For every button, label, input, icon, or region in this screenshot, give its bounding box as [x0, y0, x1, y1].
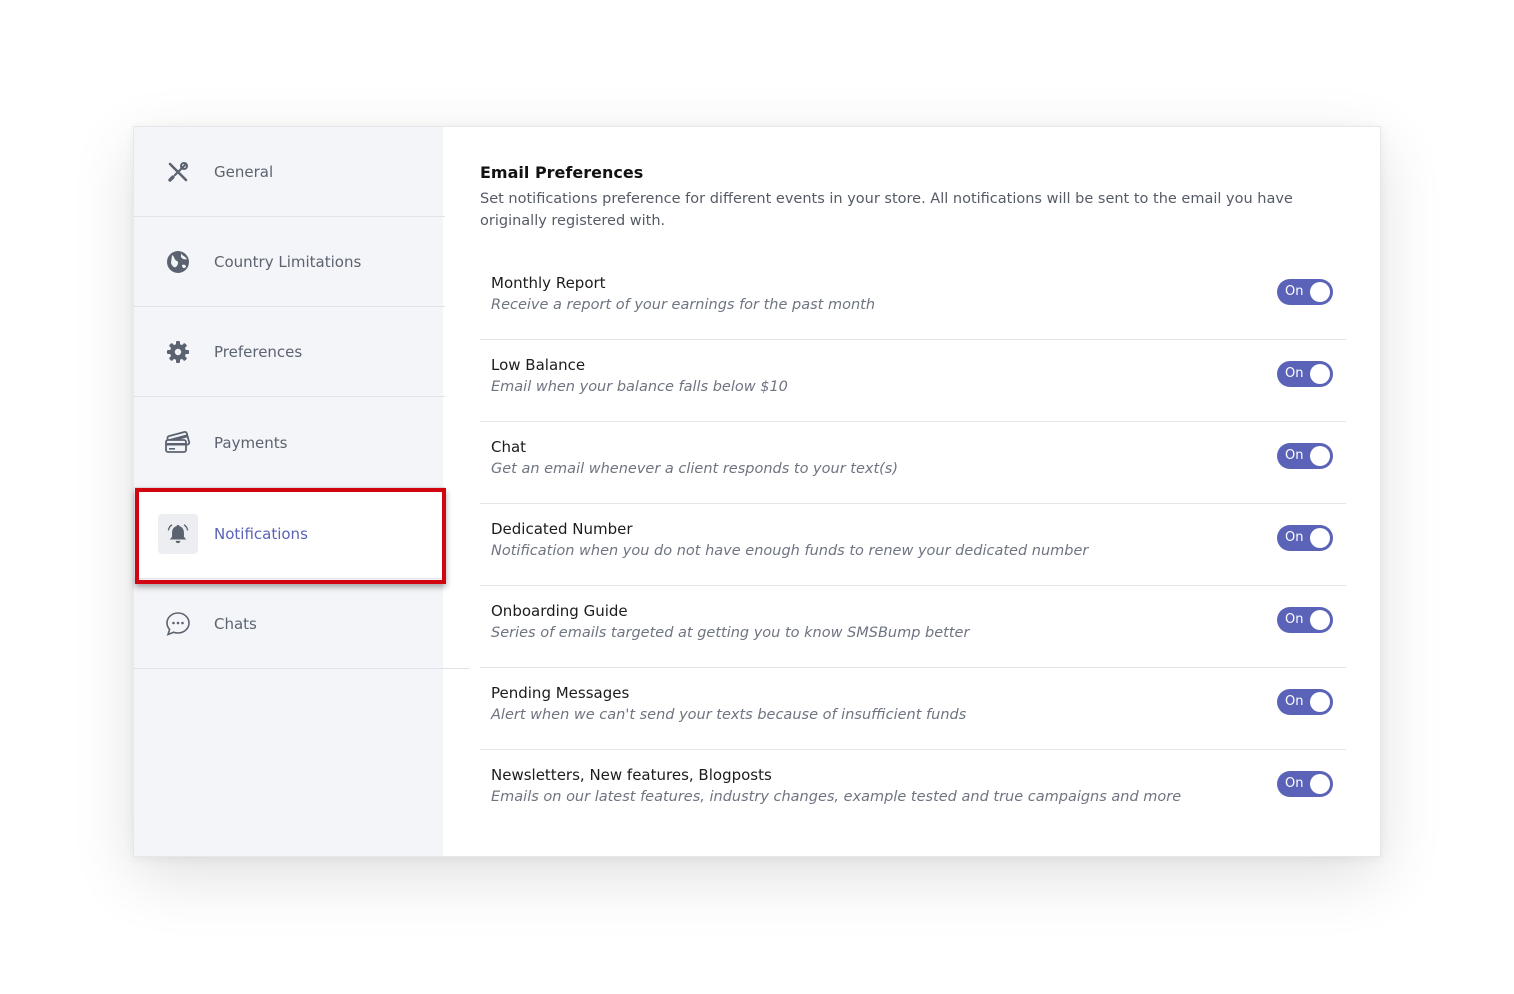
- tools-icon: [158, 152, 198, 192]
- preference-title: Chat: [491, 438, 527, 456]
- toggle-label: On: [1285, 366, 1304, 381]
- preference-subtitle: Alert when we can't send your texts beca…: [491, 707, 967, 723]
- sidebar-divider: [134, 668, 470, 669]
- toggle-switch[interactable]: On: [1277, 689, 1333, 715]
- preference-subtitle: Notification when you do not have enough…: [491, 543, 1089, 559]
- toggle-switch[interactable]: On: [1277, 607, 1333, 633]
- preference-row-low-balance: Low Balance Email when your balance fall…: [480, 340, 1346, 422]
- main-content: Email Preferences Set notifications pref…: [443, 127, 1380, 856]
- chat-bubble-icon: [158, 604, 198, 644]
- sidebar-item-label: Country Limitations: [214, 252, 362, 271]
- preferences-list: Monthly Report Receive a report of your …: [480, 258, 1346, 832]
- sidebar-item-chats[interactable]: Chats: [134, 579, 445, 669]
- preference-subtitle: Get an email whenever a client responds …: [491, 461, 899, 477]
- sidebar-item-preferences[interactable]: Preferences: [134, 307, 445, 397]
- toggle-label: On: [1285, 776, 1304, 791]
- sidebar-item-label: Chats: [214, 614, 257, 633]
- toggle-switch[interactable]: On: [1277, 443, 1333, 469]
- sidebar-item-label: Notifications: [214, 524, 308, 543]
- preference-row-pending-messages: Pending Messages Alert when we can't sen…: [480, 668, 1346, 750]
- toggle-switch[interactable]: On: [1277, 361, 1333, 387]
- toggle-switch[interactable]: On: [1277, 525, 1333, 551]
- preference-row-dedicated-number: Dedicated Number Notification when you d…: [480, 504, 1346, 586]
- preference-title: Pending Messages: [491, 684, 630, 702]
- sidebar-item-notifications[interactable]: Notifications: [134, 489, 445, 579]
- toggle-label: On: [1285, 530, 1304, 545]
- toggle-knob: [1310, 692, 1330, 712]
- toggle-knob: [1310, 528, 1330, 548]
- preference-row-monthly-report: Monthly Report Receive a report of your …: [480, 258, 1346, 340]
- toggle-knob: [1310, 774, 1330, 794]
- stage: General Country Limitations Preferences …: [0, 0, 1514, 994]
- toggle-knob: [1310, 364, 1330, 384]
- preference-title: Monthly Report: [491, 274, 606, 292]
- page-description: Set notifications preference for differe…: [480, 191, 1293, 229]
- toggle-knob: [1310, 610, 1330, 630]
- preference-subtitle: Series of emails targeted at getting you…: [491, 625, 970, 641]
- toggle-knob: [1310, 282, 1330, 302]
- gear-icon: [158, 332, 198, 372]
- preference-title: Newsletters, New features, Blogposts: [491, 766, 772, 784]
- settings-card: General Country Limitations Preferences …: [133, 126, 1381, 857]
- toggle-label: On: [1285, 284, 1304, 299]
- preference-subtitle: Email when your balance falls below $10: [491, 379, 788, 395]
- preference-subtitle: Receive a report of your earnings for th…: [491, 297, 876, 313]
- toggle-switch[interactable]: On: [1277, 771, 1333, 797]
- preference-title: Dedicated Number: [491, 520, 633, 538]
- preference-row-newsletters: Newsletters, New features, Blogposts Ema…: [480, 750, 1346, 832]
- sidebar-item-label: Preferences: [214, 342, 303, 361]
- sidebar-item-label: General: [214, 162, 274, 181]
- preference-row-onboarding-guide: Onboarding Guide Series of emails target…: [480, 586, 1346, 668]
- toggle-label: On: [1285, 612, 1304, 627]
- bell-icon: [158, 513, 198, 554]
- toggle-switch[interactable]: On: [1277, 279, 1333, 305]
- sidebar-item-label: Payments: [214, 433, 288, 452]
- page-title: Email Preferences: [480, 163, 644, 182]
- sidebar-item-payments[interactable]: Payments: [134, 398, 445, 488]
- credit-cards-icon: [158, 423, 198, 463]
- toggle-label: On: [1285, 694, 1304, 709]
- preference-row-chat: Chat Get an email whenever a client resp…: [480, 422, 1346, 504]
- sidebar: General Country Limitations Preferences …: [134, 127, 470, 856]
- toggle-label: On: [1285, 448, 1304, 463]
- sidebar-item-country-limitations[interactable]: Country Limitations: [134, 217, 445, 307]
- preference-subtitle: Emails on our latest features, industry …: [491, 789, 1182, 805]
- sidebar-item-general[interactable]: General: [134, 127, 445, 217]
- globe-icon: [158, 242, 198, 282]
- toggle-knob: [1310, 446, 1330, 466]
- preference-title: Low Balance: [491, 356, 586, 374]
- preference-title: Onboarding Guide: [491, 602, 628, 620]
